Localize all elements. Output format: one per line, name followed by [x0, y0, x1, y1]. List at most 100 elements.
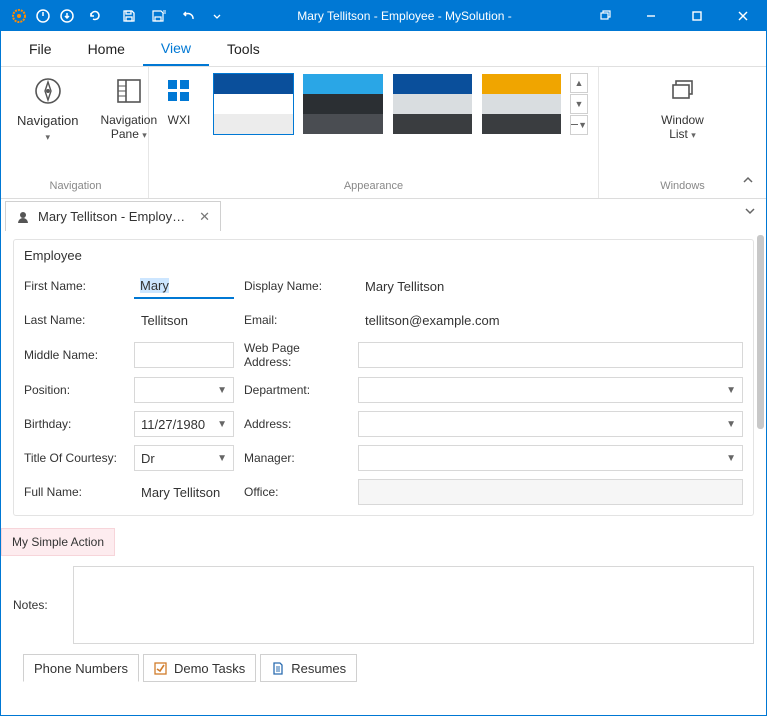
- middle-name-field[interactable]: [134, 342, 234, 368]
- navigation-button-label: Navigation▾: [17, 113, 78, 143]
- tab-resumes[interactable]: Resumes: [260, 654, 357, 682]
- maximize-button[interactable]: [674, 1, 720, 31]
- label-manager: Manager:: [244, 451, 348, 465]
- refresh-icon[interactable]: [85, 6, 105, 26]
- notes-row: Notes:: [13, 566, 754, 654]
- theme-gallery-buttons: ▲ ▼ ▼: [570, 73, 588, 136]
- compass-icon: [32, 75, 64, 107]
- tab-phone-numbers[interactable]: Phone Numbers: [23, 654, 139, 682]
- checklist-icon: [154, 661, 168, 675]
- theme-swatch-1[interactable]: [213, 73, 294, 135]
- label-position: Position:: [24, 383, 124, 397]
- label-notes: Notes:: [13, 598, 63, 612]
- menubar: File Home View Tools: [1, 31, 766, 67]
- display-name-field[interactable]: Mary Tellitson: [358, 273, 743, 299]
- windows-icon: [667, 75, 699, 107]
- label-full-name: Full Name:: [24, 485, 124, 499]
- web-field[interactable]: [358, 342, 743, 368]
- app-icon[interactable]: [9, 6, 29, 26]
- chevron-down-icon[interactable]: ▼: [217, 419, 227, 430]
- tab-close-icon[interactable]: ✕: [199, 209, 210, 225]
- label-middle-name: Middle Name:: [24, 348, 124, 362]
- content-area: Employee First Name: Mary Display Name: …: [1, 231, 766, 715]
- vertical-scrollbar[interactable]: [757, 235, 764, 429]
- minimize-button[interactable]: [628, 1, 674, 31]
- wxi-label: WXI: [168, 113, 191, 127]
- wxi-button[interactable]: WXI: [159, 73, 199, 129]
- qat-dropdown-icon[interactable]: [207, 6, 227, 26]
- last-name-field[interactable]: Tellitson: [134, 307, 234, 333]
- theme-dropdown-icon[interactable]: ▼: [570, 115, 588, 135]
- undo-icon[interactable]: [179, 6, 199, 26]
- office-field[interactable]: [358, 479, 743, 505]
- logout-icon[interactable]: [33, 6, 53, 26]
- chevron-down-icon[interactable]: ▼: [726, 453, 736, 464]
- chevron-down-icon[interactable]: ▼: [217, 453, 227, 464]
- label-address: Address:: [244, 417, 348, 431]
- notes-field[interactable]: [73, 566, 754, 644]
- label-title-courtesy: Title Of Courtesy:: [24, 451, 124, 465]
- theme-swatch-2[interactable]: [302, 73, 383, 135]
- download-icon[interactable]: [57, 6, 77, 26]
- ribbon-group-windows-label: Windows: [609, 176, 756, 196]
- label-first-name: First Name:: [24, 279, 124, 293]
- email-field[interactable]: tellitson@example.com: [358, 307, 743, 333]
- ribbon-group-appearance: WXI ▲ ▼ ▼ Appearance: [149, 67, 599, 198]
- label-display-name: Display Name:: [244, 279, 348, 293]
- wxi-icon: [163, 75, 195, 107]
- position-field[interactable]: ▼: [134, 377, 234, 403]
- label-office: Office:: [244, 485, 348, 499]
- window-list-label: WindowList ▾: [661, 113, 704, 142]
- label-last-name: Last Name:: [24, 313, 124, 327]
- menu-home[interactable]: Home: [70, 31, 143, 66]
- close-button[interactable]: [720, 1, 766, 31]
- label-web: Web Page Address:: [244, 341, 348, 369]
- chevron-down-icon[interactable]: ▼: [726, 385, 736, 396]
- save-close-icon[interactable]: [149, 6, 169, 26]
- birthday-field[interactable]: 11/27/1980▼: [134, 411, 234, 437]
- menu-file[interactable]: File: [11, 31, 70, 66]
- chevron-down-icon[interactable]: ▼: [217, 385, 227, 396]
- manager-field[interactable]: ▼: [358, 445, 743, 471]
- label-birthday: Birthday:: [24, 417, 124, 431]
- menu-view[interactable]: View: [143, 31, 209, 66]
- tab-menu-icon[interactable]: [744, 205, 756, 217]
- window-list-button[interactable]: WindowList ▾: [657, 73, 708, 144]
- document-icon: [271, 661, 285, 675]
- person-icon: [16, 210, 30, 224]
- document-tab-label: Mary Tellitson - Employ…: [38, 209, 185, 224]
- titlebar: Mary Tellitson - Employee - MySolution -: [1, 1, 766, 31]
- theme-scroll-down-icon[interactable]: ▼: [570, 94, 588, 114]
- label-email: Email:: [244, 313, 348, 327]
- tab-demo-tasks[interactable]: Demo Tasks: [143, 654, 256, 682]
- document-tab[interactable]: Mary Tellitson - Employ… ✕: [5, 201, 221, 231]
- address-field[interactable]: ▼: [358, 411, 743, 437]
- ribbon-group-navigation: Navigation▾ NavigationPane ▾ Navigation: [3, 67, 149, 198]
- employee-form: First Name: Mary Display Name: Mary Tell…: [24, 273, 743, 505]
- chevron-down-icon[interactable]: ▼: [726, 419, 736, 430]
- employee-group: Employee First Name: Mary Display Name: …: [13, 239, 754, 516]
- full-name-field[interactable]: Mary Tellitson: [134, 479, 234, 505]
- pane-icon: [113, 75, 145, 107]
- theme-swatch-3[interactable]: [392, 73, 473, 135]
- title-courtesy-field[interactable]: Dr▼: [134, 445, 234, 471]
- quick-access-toolbar: [1, 6, 227, 26]
- theme-scroll-up-icon[interactable]: ▲: [570, 73, 588, 93]
- ribbon-collapse-icon[interactable]: [738, 170, 758, 190]
- window-controls: [582, 1, 766, 31]
- label-department: Department:: [244, 383, 348, 397]
- employee-group-title: Employee: [14, 240, 753, 271]
- mdi-restore-button[interactable]: [582, 1, 628, 31]
- my-simple-action-button[interactable]: My Simple Action: [1, 528, 115, 556]
- ribbon-group-navigation-label: Navigation: [13, 176, 138, 196]
- tab-resumes-label: Resumes: [291, 661, 346, 676]
- document-tabstrip: Mary Tellitson - Employ… ✕: [1, 199, 766, 231]
- department-field[interactable]: ▼: [358, 377, 743, 403]
- save-icon[interactable]: [119, 6, 139, 26]
- theme-swatch-4[interactable]: [481, 73, 562, 135]
- navigation-button[interactable]: Navigation▾: [13, 73, 82, 145]
- first-name-field[interactable]: Mary: [134, 273, 234, 299]
- ribbon: Navigation▾ NavigationPane ▾ Navigation …: [1, 67, 766, 199]
- menu-tools[interactable]: Tools: [209, 31, 278, 66]
- tab-phone-label: Phone Numbers: [34, 661, 128, 676]
